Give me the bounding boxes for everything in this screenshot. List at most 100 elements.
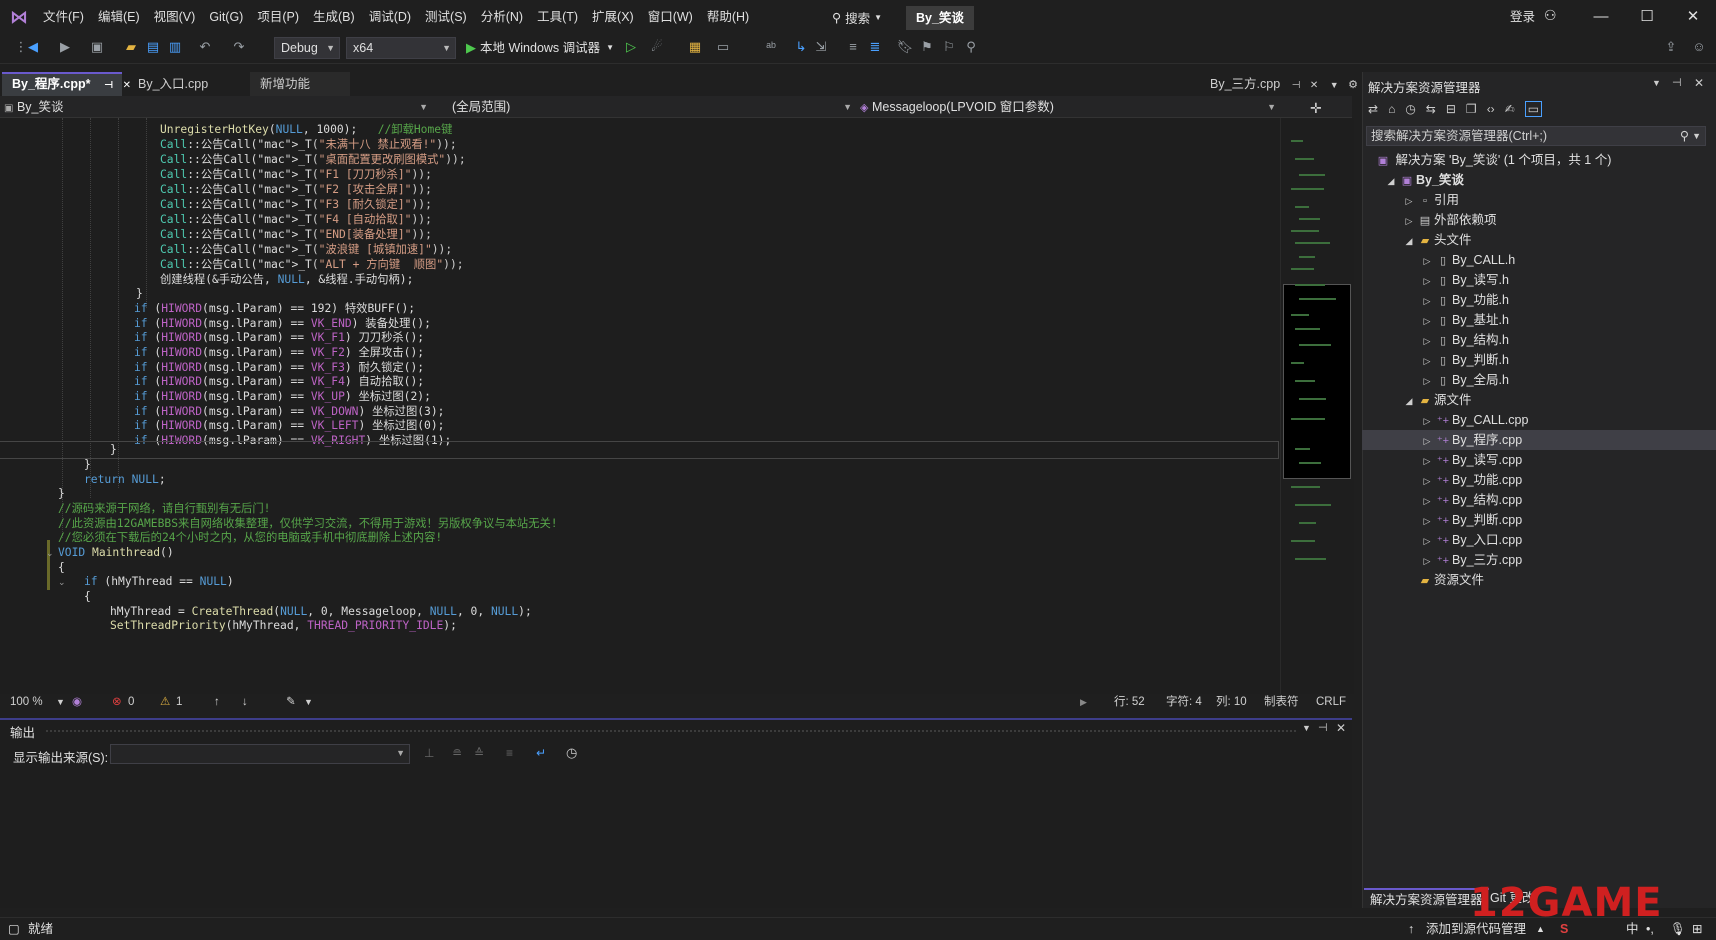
login-link[interactable]: 登录 <box>1510 6 1535 25</box>
spell-check-icon[interactable]: ᵃᵇ <box>762 38 780 56</box>
new-project-icon[interactable]: ▣ <box>88 38 106 56</box>
tab-by-chengxu-cpp[interactable]: By_程序.cpp* ⊣ ✕ <box>2 72 131 96</box>
drag-grip[interactable] <box>46 730 1296 732</box>
open-folder-icon[interactable]: ▰ <box>122 38 140 56</box>
settings-gear-icon[interactable]: ⚙ <box>1348 79 1358 91</box>
show-all-files-icon[interactable]: ❐ <box>1466 102 1477 116</box>
tree-item[interactable]: ▰ 资源文件 <box>1402 570 1484 590</box>
preview-icon[interactable]: ▭ <box>1524 101 1543 117</box>
step-over-icon[interactable]: ⇲ <box>812 38 830 56</box>
prev-message-icon[interactable]: ≘ <box>452 746 462 760</box>
warning-icon[interactable]: ⚠ <box>160 694 170 710</box>
warning-count[interactable]: 1 <box>176 694 182 710</box>
error-icon[interactable]: ⊗ <box>112 694 122 710</box>
tree-item[interactable]: ▷ ▯ By_功能.h <box>1420 290 1509 310</box>
next-issue-icon[interactable]: ↓ <box>242 694 248 710</box>
collapsed-arrow-icon[interactable]: ▷ <box>1402 191 1416 211</box>
save-all-icon[interactable]: ▥ <box>166 38 184 56</box>
solution-folder-icon[interactable]: ▦ <box>686 38 704 56</box>
output-source-select[interactable]: ▼ <box>110 744 410 764</box>
collapsed-arrow-icon[interactable]: ▷ <box>1402 211 1416 231</box>
search-icon[interactable]: ⚲ <box>1680 127 1689 145</box>
tree-item[interactable]: ▷ ⁺+ By_读写.cpp <box>1420 450 1523 470</box>
prev-bookmark-icon[interactable]: ⚑ <box>918 38 936 56</box>
share-icon[interactable]: ⇪ <box>1662 38 1680 56</box>
collapsed-arrow-icon[interactable]: ▷ <box>1420 311 1434 331</box>
tab-new-features[interactable]: 新增功能 <box>250 72 350 96</box>
microphone-icon[interactable]: 🎙︎ <box>1670 921 1686 937</box>
scope-dropdown[interactable]: (全局范围) ▼ <box>436 97 856 117</box>
visual-studio-logo-icon[interactable]: ⋈ <box>10 7 32 27</box>
start-debugging-button[interactable]: ▶ 本地 Windows 调试器 ▼ <box>466 37 614 59</box>
menu-item[interactable]: 扩展(X) <box>585 0 641 34</box>
code-line[interactable]: Call::公告Call("mac">_T("F3 [耐久锁定]")); <box>0 197 1278 213</box>
char-number[interactable]: 字符: 4 <box>1166 694 1202 710</box>
fold-toggle-icon[interactable]: ⌄ <box>46 549 55 558</box>
chevron-down-icon[interactable]: ▼ <box>1692 127 1701 145</box>
collapsed-arrow-icon[interactable]: ▷ <box>1420 291 1434 311</box>
tree-item[interactable]: ▷ ▯ By_判断.h <box>1420 350 1509 370</box>
tree-item[interactable]: ▷ ▯ By_CALL.h <box>1420 250 1516 270</box>
code-line[interactable]: Call::公告Call("mac">_T("桌面配置更改刷图模式")); <box>0 152 1278 168</box>
zoom-level[interactable]: 100 % <box>10 694 43 710</box>
tree-item[interactable]: ▷ ⁺+ By_三方.cpp <box>1420 550 1523 571</box>
maximize-button[interactable]: ☐ <box>1624 0 1670 34</box>
scroll-right-icon[interactable]: ▶ <box>1080 694 1087 710</box>
undo-icon[interactable]: ↶ <box>196 38 214 56</box>
platform-select[interactable]: x64 ▼ <box>346 37 456 59</box>
tree-item[interactable]: ▷ ▯ By_结构.h <box>1420 330 1509 350</box>
code-line[interactable]: } <box>0 286 1278 302</box>
back-icon[interactable]: ◀ <box>24 38 42 56</box>
code-line[interactable]: Call::公告Call("mac">_T("ALT + 方向键 顺图")); <box>0 257 1278 273</box>
collapsed-arrow-icon[interactable]: ▷ <box>1420 551 1434 571</box>
menu-item[interactable]: 项目(P) <box>250 0 306 34</box>
function-dropdown[interactable]: ◈ Messageloop(LPVOID 窗口参数) ▼ <box>860 97 1280 117</box>
window-layout-icon[interactable]: ▭ <box>714 38 732 56</box>
solution-root[interactable]: ▣ 解决方案 'By_笑谈' (1 个项目，共 1 个) <box>1374 150 1612 170</box>
pin-icon[interactable]: ⊣ <box>1318 721 1328 734</box>
account-icon[interactable]: ⚇ <box>1544 7 1557 24</box>
menu-item[interactable]: 测试(S) <box>418 0 474 34</box>
code-line[interactable]: if (HIWORD(msg.lParam) == 192) 特效BUFF(); <box>0 301 1278 317</box>
code-line[interactable]: } <box>0 457 1278 473</box>
code-line[interactable]: if (hMyThread == NULL) <box>0 574 1278 590</box>
menu-item[interactable]: 生成(B) <box>306 0 362 34</box>
start-without-debugging-icon[interactable]: ▷ <box>622 38 640 56</box>
error-count[interactable]: 0 <box>128 694 134 710</box>
collapse-all-icon[interactable]: ⊟ <box>1446 102 1456 116</box>
code-line[interactable]: //源码来源于网络，请自行甄别有无后门! <box>0 501 1278 517</box>
close-icon[interactable]: ✕ <box>1310 80 1318 91</box>
tree-item[interactable]: ▷ ⁺+ By_结构.cpp <box>1420 490 1523 510</box>
split-editor-icon[interactable]: ✛ <box>1310 100 1322 117</box>
expanded-arrow-icon[interactable]: ◢ <box>1402 231 1416 251</box>
save-icon[interactable]: ▤ <box>144 38 162 56</box>
tree-item[interactable]: ▷ ▫ 引用 <box>1402 190 1459 210</box>
menu-item[interactable]: 文件(F) <box>36 0 91 34</box>
clear-bookmarks-icon[interactable]: ⚲ <box>962 38 980 56</box>
line-endings[interactable]: CRLF <box>1316 694 1346 710</box>
menu-item[interactable]: 分析(N) <box>474 0 530 34</box>
health-icon[interactable]: ◉ <box>72 694 82 710</box>
code-line[interactable]: SetThreadPriority(hMyThread, THREAD_PRIO… <box>0 618 1278 634</box>
column-number[interactable]: 列: 10 <box>1216 694 1247 710</box>
code-cleanup-icon[interactable]: ✎ <box>286 694 296 710</box>
view-code-icon[interactable]: ‹› <box>1487 102 1495 116</box>
menu-item[interactable]: 编辑(E) <box>91 0 147 34</box>
collapsed-arrow-icon[interactable]: ▷ <box>1420 411 1434 431</box>
tree-item[interactable]: ▷ ⁺+ By_功能.cpp <box>1420 470 1523 490</box>
home-icon[interactable]: ⌂ <box>1388 102 1395 116</box>
forward-icon[interactable]: ▶ <box>56 38 74 56</box>
clear-all-icon[interactable]: ≡ <box>506 746 513 760</box>
code-line[interactable]: if (HIWORD(msg.lParam) == VK_F1) 刀刀秒杀(); <box>0 330 1278 346</box>
tree-item[interactable]: ▷ ▯ By_全局.h <box>1420 370 1509 390</box>
expanded-arrow-icon[interactable]: ◢ <box>1384 171 1398 191</box>
prev-issue-icon[interactable]: ↑ <box>214 694 220 710</box>
collapsed-arrow-icon[interactable]: ▷ <box>1420 431 1434 451</box>
pin-icon[interactable]: ⊣ <box>1672 76 1682 89</box>
collapsed-arrow-icon[interactable]: ▷ <box>1420 371 1434 391</box>
add-to-source-control[interactable]: 添加到源代码管理 <box>1426 921 1526 937</box>
collapsed-arrow-icon[interactable]: ▷ <box>1420 511 1434 531</box>
redo-icon[interactable]: ↷ <box>230 38 248 56</box>
chevron-down-icon[interactable]: ▼ <box>56 694 65 710</box>
chevron-down-icon[interactable]: ▼ <box>1302 723 1311 733</box>
